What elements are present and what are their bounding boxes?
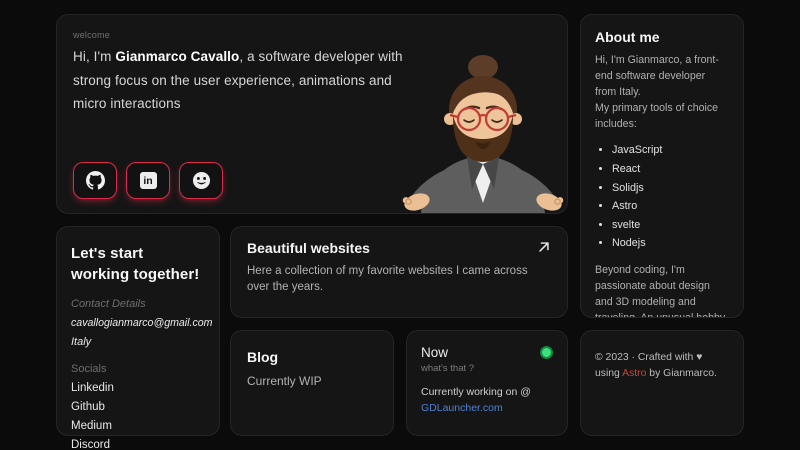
linkedin-button[interactable]: in [126, 162, 170, 199]
hero-headline: Hi, I'm Gianmarco Cavallo, a software de… [73, 45, 425, 116]
email-link[interactable]: cavallogianmarco@gmail.com [71, 317, 205, 329]
about-title: About me [595, 29, 729, 45]
footer-card: © 2023 · Crafted with ♥ using Astro by G… [580, 330, 744, 436]
tool-item: Solidjs [612, 179, 729, 198]
hero-card: welcome Hi, I'm Gianmarco Cavallo, a sof… [56, 14, 568, 214]
social-link[interactable]: Github [71, 401, 205, 413]
social-link[interactable]: Discord [71, 439, 205, 450]
about-card: About me Hi, I'm Gianmarco, a front-end … [580, 14, 744, 318]
blog-title: Blog [247, 349, 377, 365]
whats-that-link[interactable]: what's that ? [421, 363, 553, 374]
about-intro-1: Hi, I'm Gianmarco, a front-end software … [595, 53, 729, 101]
tool-item: svelte [612, 216, 729, 235]
contact-details-label: Contact Details [71, 298, 205, 310]
green-status-dot [540, 346, 553, 359]
now-working-text: Currently working on @ [421, 386, 553, 398]
footer-suffix: by Gianmarco. [646, 368, 716, 379]
social-link[interactable]: Medium [71, 420, 205, 432]
blog-card: Blog Currently WIP [230, 330, 394, 436]
smiley-icon [192, 171, 211, 190]
social-links-list: Linkedin Github Medium Discord [71, 382, 205, 450]
hero-greeting-prefix: Hi, I'm [73, 49, 115, 64]
gdlauncher-link[interactable]: GDLauncher.com [421, 402, 503, 414]
astro-link[interactable]: Astro [622, 368, 646, 379]
tool-item: React [612, 160, 729, 179]
now-title: Now [421, 345, 448, 360]
blog-status: Currently WIP [247, 374, 377, 388]
footer-credits: © 2023 · Crafted with ♥ using Astro by G… [595, 350, 729, 382]
location-text: Italy [71, 336, 205, 348]
websites-card[interactable]: Beautiful websites Here a collection of … [230, 226, 568, 318]
websites-title: Beautiful websites [247, 240, 370, 256]
now-card-header: Now [421, 343, 553, 360]
hero-social-buttons: in [73, 162, 223, 199]
arrow-up-right-icon[interactable] [537, 240, 551, 254]
about-intro-2: My primary tools of choice includes: [595, 101, 729, 133]
linkedin-icon: in [140, 172, 157, 189]
smiley-button[interactable] [179, 162, 223, 199]
websites-card-header: Beautiful websites [247, 240, 551, 256]
socials-label: Socials [71, 363, 205, 375]
now-card: Now what's that ? Currently working on @… [406, 330, 568, 436]
github-icon [86, 171, 105, 190]
welcome-label: welcome [73, 30, 551, 40]
author-name: Gianmarco Cavallo [115, 49, 239, 64]
portfolio-page: welcome Hi, I'm Gianmarco Cavallo, a sof… [0, 0, 800, 450]
zen-memoji-avatar [401, 53, 573, 213]
tool-item: JavaScript [612, 141, 729, 160]
websites-subtitle: Here a collection of my favorite website… [247, 263, 551, 295]
tool-item: Astro [612, 197, 729, 216]
tools-list: JavaScriptReactSolidjsAstrosvelteNodejs [595, 141, 729, 252]
about-paragraph-hobbies: Beyond coding, I'm passionate about desi… [595, 263, 729, 318]
social-link[interactable]: Linkedin [71, 382, 205, 394]
contact-card: Let's start working together! Contact De… [56, 226, 220, 436]
contact-title: Let's start working together! [71, 243, 205, 285]
tool-item: Nodejs [612, 234, 729, 253]
github-button[interactable] [73, 162, 117, 199]
